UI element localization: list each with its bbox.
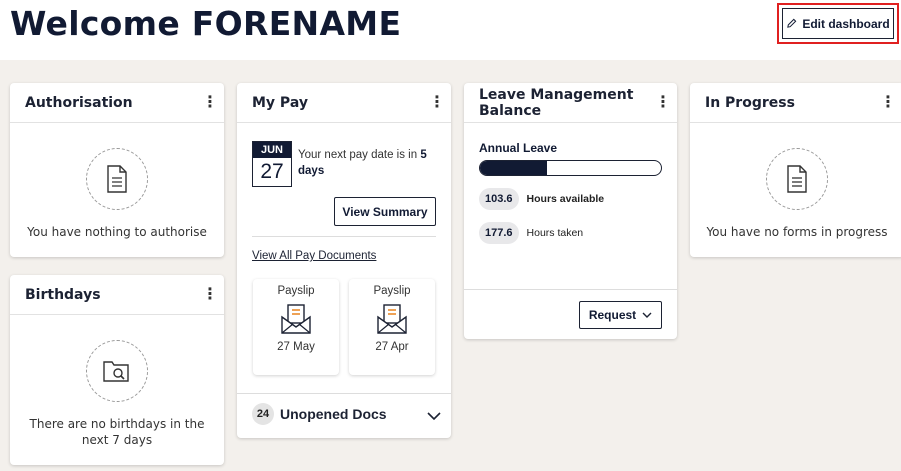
in-progress-menu-icon[interactable]: ⋮ — [880, 94, 896, 111]
request-button[interactable]: Request — [579, 301, 662, 329]
unopened-docs-toggle[interactable]: 24 Unopened Docs — [252, 403, 387, 425]
payslip-label: Payslip — [277, 285, 315, 297]
unopened-count-badge: 24 — [252, 403, 274, 425]
edit-dashboard-highlight: Edit dashboard — [777, 3, 899, 44]
birthdays-empty-text: There are no birthdays in the next 7 day… — [29, 417, 205, 447]
in-progress-card-header: In Progress ⋮ — [690, 83, 901, 123]
hours-taken-label: Hours taken — [526, 227, 584, 239]
pencil-icon — [787, 18, 797, 28]
hours-available-value: 103.6 — [479, 188, 519, 210]
my-pay-card: My Pay ⋮ JUN 27 Your next pay date is in… — [237, 83, 451, 438]
view-all-pay-documents-link[interactable]: View All Pay Documents — [252, 250, 376, 262]
payslip-card-apr[interactable]: Payslip 27 Apr — [349, 279, 435, 375]
in-progress-title: In Progress — [705, 94, 795, 111]
unopened-divider — [237, 393, 451, 394]
hours-available-stat: 103.6 Hours available — [479, 188, 604, 210]
birthdays-title: Birthdays — [25, 286, 101, 303]
authorisation-empty-text: You have nothing to authorise — [27, 225, 207, 239]
in-progress-empty-state: You have no forms in progress — [690, 148, 901, 240]
annual-leave-progress-fill — [480, 161, 547, 175]
envelope-document-icon — [281, 304, 311, 334]
next-pay-prefix: Your next pay date is in — [298, 149, 421, 161]
document-icon — [766, 148, 828, 210]
birthdays-card-header: Birthdays ⋮ — [10, 275, 224, 315]
leave-balance-card: Leave Management Balance ⋮ Annual Leave … — [464, 83, 677, 339]
leave-title: Leave Management Balance — [479, 86, 634, 119]
next-pay-row: JUN 27 Your next pay date is in 5 days — [252, 141, 428, 187]
leave-card-header: Leave Management Balance ⋮ — [464, 83, 677, 123]
birthdays-empty-state: There are no birthdays in the next 7 day… — [10, 340, 224, 448]
next-pay-number: 5 — [420, 149, 427, 161]
document-icon — [86, 148, 148, 210]
my-pay-title: My Pay — [252, 94, 308, 111]
payslip-date: 27 May — [277, 341, 315, 353]
pay-date-month: JUN — [253, 142, 291, 158]
pay-divider — [252, 236, 436, 237]
birthdays-menu-icon[interactable]: ⋮ — [202, 286, 218, 303]
authorisation-card: Authorisation ⋮ You have nothing to auth… — [10, 83, 224, 257]
pay-date-calendar: JUN 27 — [252, 141, 292, 187]
pay-date-day: 27 — [260, 160, 284, 183]
leave-divider — [464, 289, 677, 290]
my-pay-menu-icon[interactable]: ⋮ — [429, 94, 445, 111]
annual-leave-label: Annual Leave — [479, 141, 558, 155]
authorisation-card-header: Authorisation ⋮ — [10, 83, 224, 123]
my-pay-card-header: My Pay ⋮ — [237, 83, 451, 123]
payslip-card-may[interactable]: Payslip 27 May — [253, 279, 339, 375]
envelope-document-icon — [377, 304, 407, 334]
chevron-down-icon[interactable] — [427, 411, 441, 421]
folder-search-icon — [86, 340, 148, 402]
edit-dashboard-label: Edit dashboard — [802, 16, 890, 31]
leave-menu-icon[interactable]: ⋮ — [655, 94, 671, 111]
birthdays-card: Birthdays ⋮ There are no birthdays in th… — [10, 275, 224, 465]
next-pay-text: Your next pay date is in 5 days — [298, 147, 428, 187]
authorisation-empty-state: You have nothing to authorise — [10, 148, 224, 240]
authorisation-menu-icon[interactable]: ⋮ — [202, 94, 218, 111]
hours-taken-value: 177.6 — [479, 222, 519, 244]
next-pay-suffix: days — [298, 165, 325, 177]
in-progress-empty-text: You have no forms in progress — [706, 225, 888, 239]
annual-leave-progress-bar — [479, 160, 662, 176]
payslip-date: 27 Apr — [375, 341, 409, 353]
authorisation-title: Authorisation — [25, 94, 133, 111]
in-progress-card: In Progress ⋮ You have no forms in progr… — [690, 83, 901, 257]
hours-available-label: Hours available — [526, 193, 605, 205]
page-header: Welcome FORENAME Edit dashboard — [0, 0, 901, 60]
edit-dashboard-button[interactable]: Edit dashboard — [782, 8, 894, 39]
view-summary-button[interactable]: View Summary — [334, 197, 436, 226]
hours-taken-stat: 177.6 Hours taken — [479, 222, 583, 244]
payslip-label: Payslip — [373, 285, 411, 297]
request-label: Request — [588, 308, 637, 322]
page-title: Welcome FORENAME — [10, 4, 402, 43]
chevron-down-icon — [642, 312, 652, 318]
unopened-docs-label: Unopened Docs — [280, 406, 387, 422]
